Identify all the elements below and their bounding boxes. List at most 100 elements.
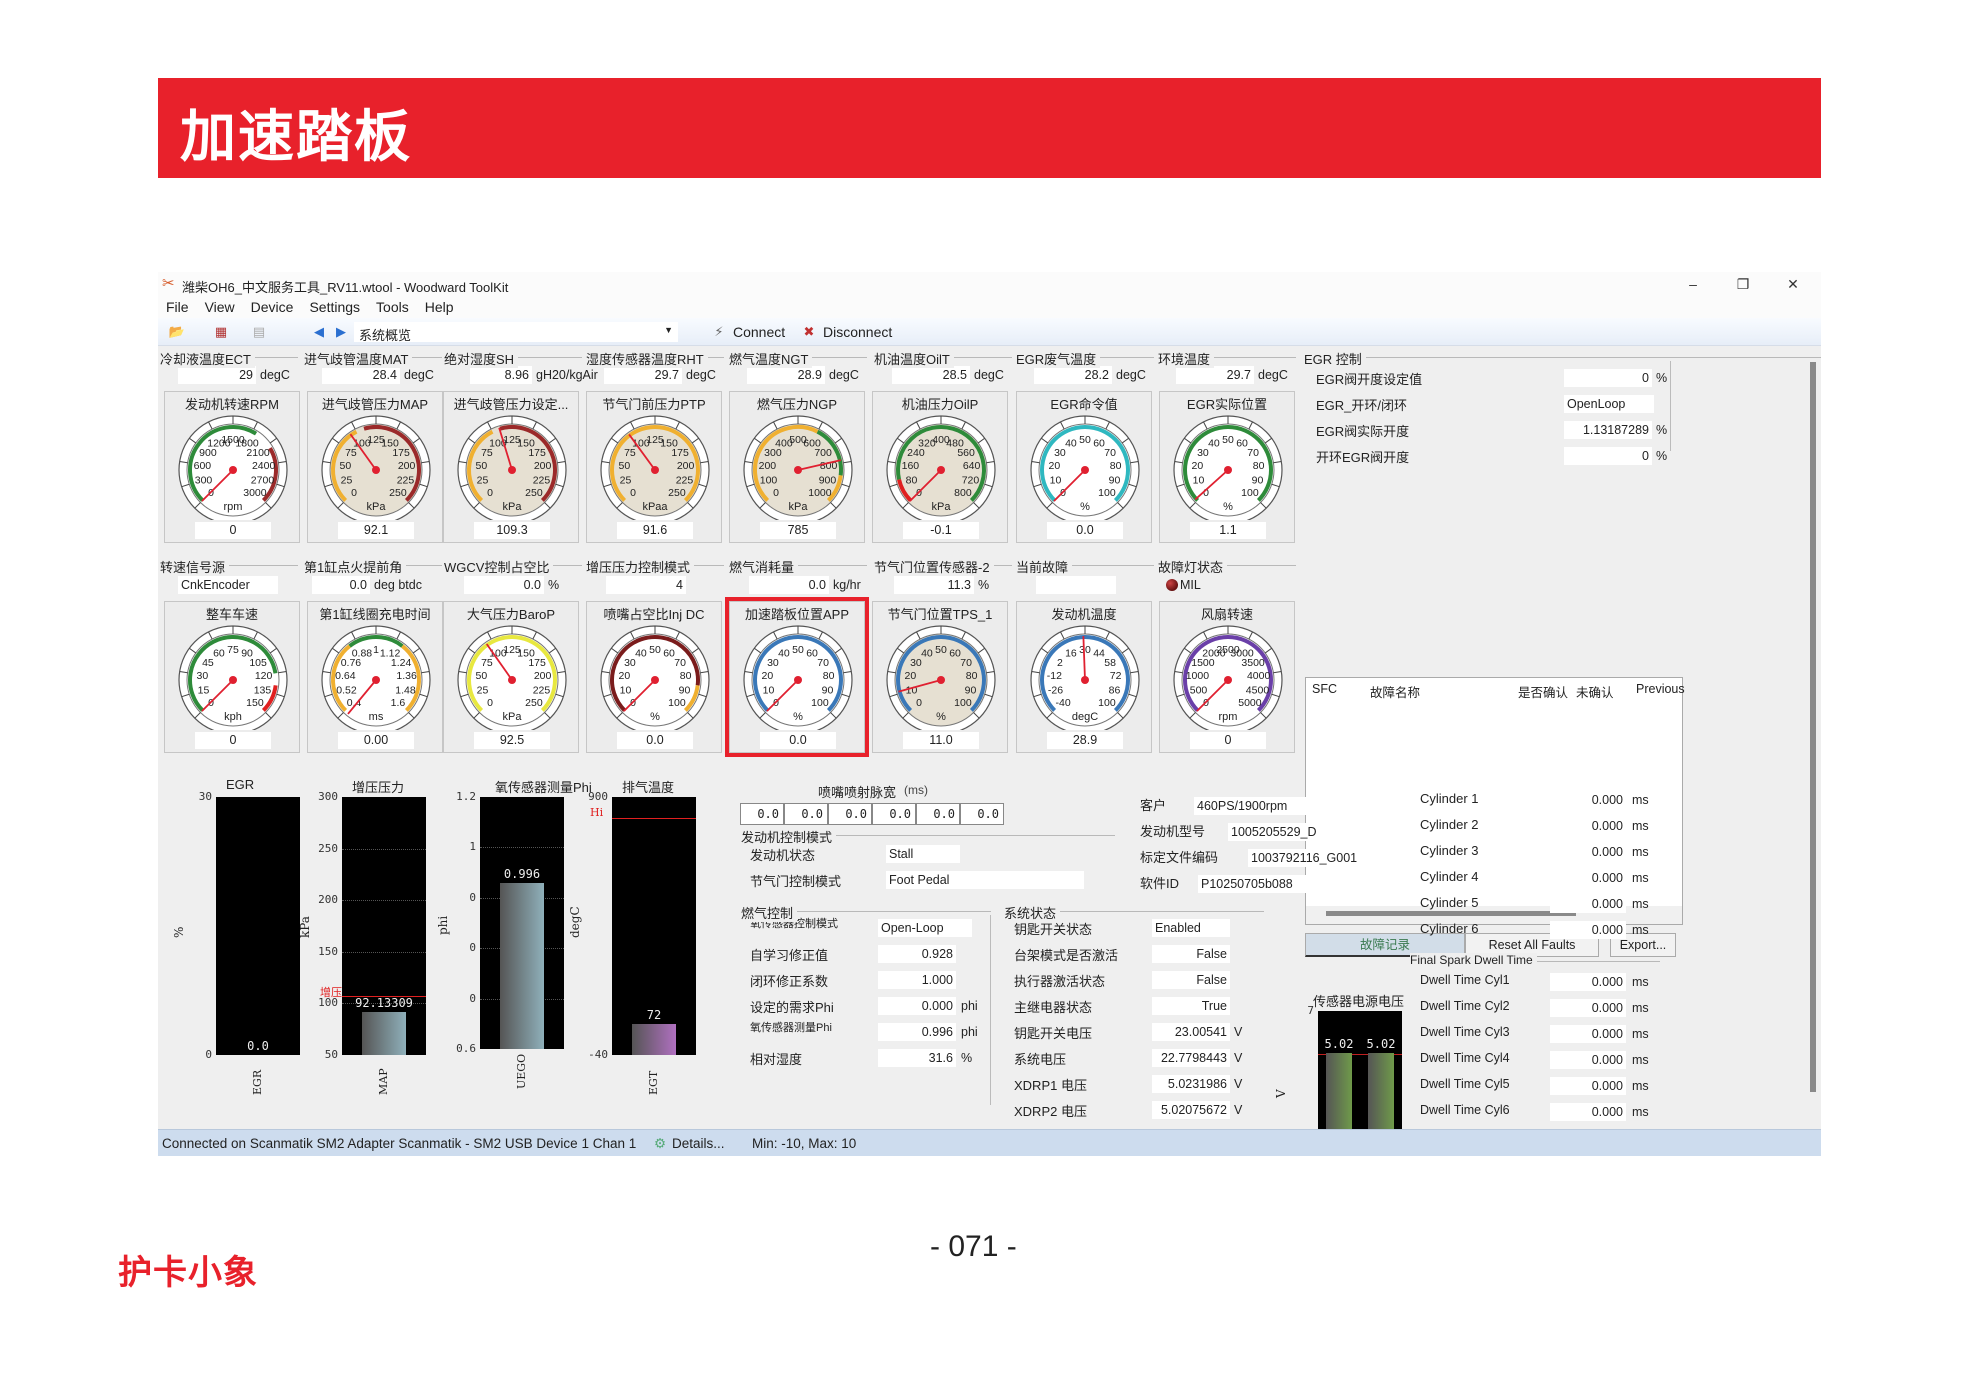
egr-row-unit: % <box>1656 371 1668 385</box>
calendar-icon[interactable]: ▦ <box>212 324 230 340</box>
readout-label: 绝对湿度SH <box>444 349 519 368</box>
gauge-value: 109.3 <box>474 522 550 539</box>
gauge-tick-label: 1000 <box>1186 670 1210 682</box>
gauge-value: 0.0 <box>1047 522 1123 539</box>
cylinder-value: 0.000 <box>1550 843 1626 861</box>
forward-icon[interactable]: ▶ <box>332 324 350 340</box>
details-link[interactable]: Details... <box>672 1136 725 1151</box>
document-page: 加速踏板 ✂ 潍柴OH6_中文服务工具_RV11.wtool - Woodwar… <box>0 0 1969 1386</box>
details-icon: ⚙ <box>654 1136 667 1151</box>
egr-row-label: EGR_开环/闭环 <box>1316 398 1408 413</box>
menu-file[interactable]: File <box>158 296 197 315</box>
readout-label: 燃气消耗量 <box>729 557 799 576</box>
menu-help[interactable]: Help <box>417 296 462 315</box>
app-icon: ✂ <box>162 275 175 292</box>
disconnect-button[interactable]: Disconnect <box>823 324 892 340</box>
gauge-tick-label: 175 <box>528 657 546 669</box>
injection-title: 喷嘴喷射脉宽 <box>818 785 897 800</box>
gauge-hub <box>937 466 945 474</box>
readout-unit: gH20/kgAir <box>536 368 598 382</box>
egr-row-value: 0 <box>1564 447 1652 465</box>
menu-tools[interactable]: Tools <box>368 296 417 315</box>
menu-settings[interactable]: Settings <box>301 296 368 315</box>
cylinder-label: Cylinder 3 <box>1420 843 1479 858</box>
gauge-value: 11.0 <box>903 732 979 749</box>
x-category-label: EGT <box>647 1070 660 1095</box>
readout-unit: degC <box>1258 368 1288 382</box>
gauge-dial: 0500100015002000250030003500400045005000… <box>1173 625 1283 730</box>
fault-column-header[interactable]: SFC <box>1312 682 1337 696</box>
cylinder-label: Cylinder 5 <box>1420 895 1479 910</box>
gauge-unit: rpm <box>224 501 243 513</box>
readout-value: 29.7 <box>1176 366 1254 384</box>
status-row-value: False <box>1152 945 1230 963</box>
fault-column-header[interactable]: 故障名称 <box>1370 682 1420 701</box>
gauge-value: 0 <box>1190 732 1266 749</box>
injection-pulse-cell: 0.0 <box>828 803 872 825</box>
export-icon[interactable]: ▤ <box>250 324 268 340</box>
egr-row-unit: % <box>1656 449 1668 463</box>
info-label: 发动机型号 <box>1140 824 1206 839</box>
restore-button[interactable]: ❐ <box>1728 274 1758 294</box>
y-axis-label: phi <box>436 915 450 935</box>
gauge-tick-label: 250 <box>668 487 686 499</box>
menu-device[interactable]: Device <box>243 296 302 315</box>
dwell-unit: ms <box>1632 1001 1649 1015</box>
injection-pulse-cell: 0.0 <box>784 803 828 825</box>
scrollbar-thumb[interactable] <box>1326 911 1576 916</box>
gauge-hub <box>651 676 659 684</box>
fault-column-header[interactable]: 是否确认 <box>1518 682 1568 701</box>
dwell-label: Dwell Time Cyl6 <box>1420 1103 1510 1117</box>
group-divider <box>1670 361 1671 451</box>
fault-column-header[interactable]: Previous <box>1636 682 1685 696</box>
gauge-dial: 0255075100125150175200225250kPa <box>457 625 567 730</box>
open-folder-icon[interactable]: 📂 <box>168 324 186 340</box>
readout-unit: degC <box>974 368 1004 382</box>
cylinder-value: 0.000 <box>1550 895 1626 913</box>
gauge-tick-label: 1 <box>373 644 379 656</box>
gauge-tick-label: 25 <box>620 475 632 487</box>
vertical-scrollbar[interactable] <box>1810 362 1816 1092</box>
close-button[interactable]: ✕ <box>1778 274 1808 294</box>
gauge-title: EGR实际位置 <box>1186 397 1268 412</box>
page-select[interactable]: 系统概览 ▼ <box>354 322 678 343</box>
gauge-tick-label: 30 <box>197 670 209 682</box>
status-row-value: 5.0231986 <box>1152 1075 1230 1093</box>
gauge-value: 92.1 <box>338 522 414 539</box>
gauge-hub <box>1224 676 1232 684</box>
gauge-tick-label: 80 <box>680 670 692 682</box>
status-row-label: XDRP2 电压 <box>1014 1104 1087 1119</box>
injection-unit: (ms) <box>904 783 928 797</box>
gauge-card: 大气压力BaroP 0 25 50 75 100 125 150 175 200 225 250 kPa… <box>443 601 579 753</box>
mil-label: MIL <box>1180 578 1201 592</box>
gauge-tick-label: 1.24 <box>391 657 412 669</box>
minimize-button[interactable]: – <box>1678 274 1708 294</box>
gauge-value: 1.1 <box>1190 522 1266 539</box>
disconnect-icon: ✖ <box>803 324 815 339</box>
fault-column-header[interactable]: 未确认 <box>1576 682 1614 701</box>
gridline <box>342 848 426 850</box>
gauge-tick-label: 100 <box>1098 487 1116 499</box>
gauge-value: 28.9 <box>1047 732 1123 749</box>
menu-view[interactable]: View <box>197 296 243 315</box>
brand-logo: 护卡小象 <box>118 1253 258 1293</box>
egr-row-value: OpenLoop <box>1564 395 1654 413</box>
egr-row-unit: % <box>1656 423 1668 437</box>
cylinder-unit: ms <box>1632 819 1649 833</box>
y-tick-label: 0 <box>469 991 476 1005</box>
gauge-card: 机油压力OilP080160240320400480560640720800kP… <box>872 391 1008 543</box>
fuel-row-label: 设定的需求Phi <box>750 1000 834 1015</box>
back-icon[interactable]: ◀ <box>310 324 328 340</box>
gauge-tick-label: 0 <box>916 697 922 709</box>
gauge-card: 节气门位置TPS_1 0 10 20 30 40 50 60 70 80 90 100% 11.0 <box>872 601 1008 753</box>
gridline <box>480 847 564 849</box>
connect-button[interactable]: Connect <box>733 324 785 340</box>
gauge-tick-label: 900 <box>819 475 837 487</box>
fuel-row-label: 相对湿度 <box>750 1052 803 1067</box>
status-row-unit: V <box>1234 1025 1243 1039</box>
gauge-title: 发动机温度 <box>1051 607 1117 622</box>
fuel-row-label: 闭环修正系数 <box>750 974 829 989</box>
connect-icon: ⚡ <box>714 324 724 339</box>
gauge-value: 0 <box>195 732 271 749</box>
gauge-tick-label: 10 <box>620 685 632 697</box>
